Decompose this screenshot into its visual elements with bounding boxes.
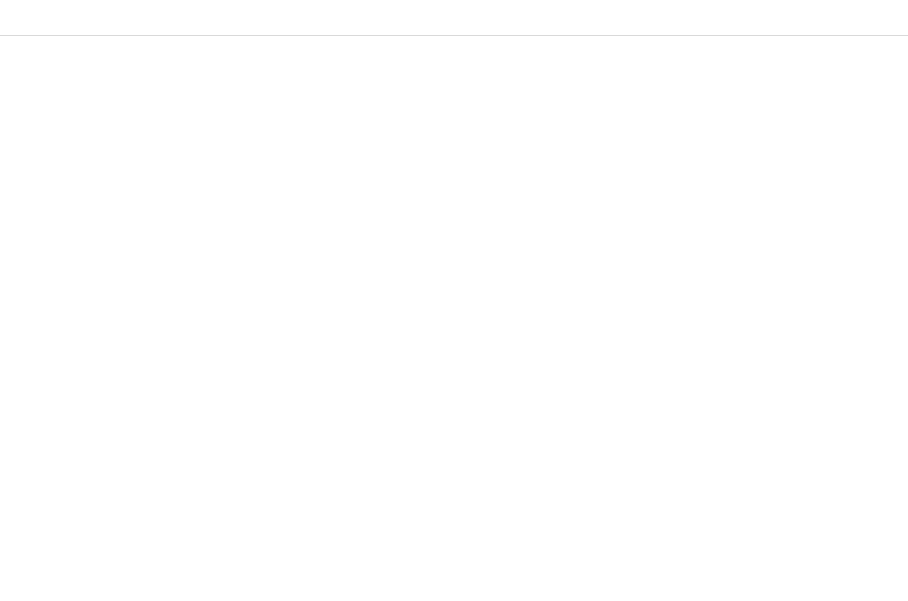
- macd-readout: [8, 469, 52, 485]
- trading-chart-app: { "tabs": { "items": [ {"label": "日", "n…: [0, 0, 908, 601]
- timeframe-tabs: [0, 0, 908, 36]
- candlestick-chart[interactable]: [0, 0, 908, 601]
- ohlc-readout: [8, 45, 72, 61]
- ma-readout: [8, 65, 44, 81]
